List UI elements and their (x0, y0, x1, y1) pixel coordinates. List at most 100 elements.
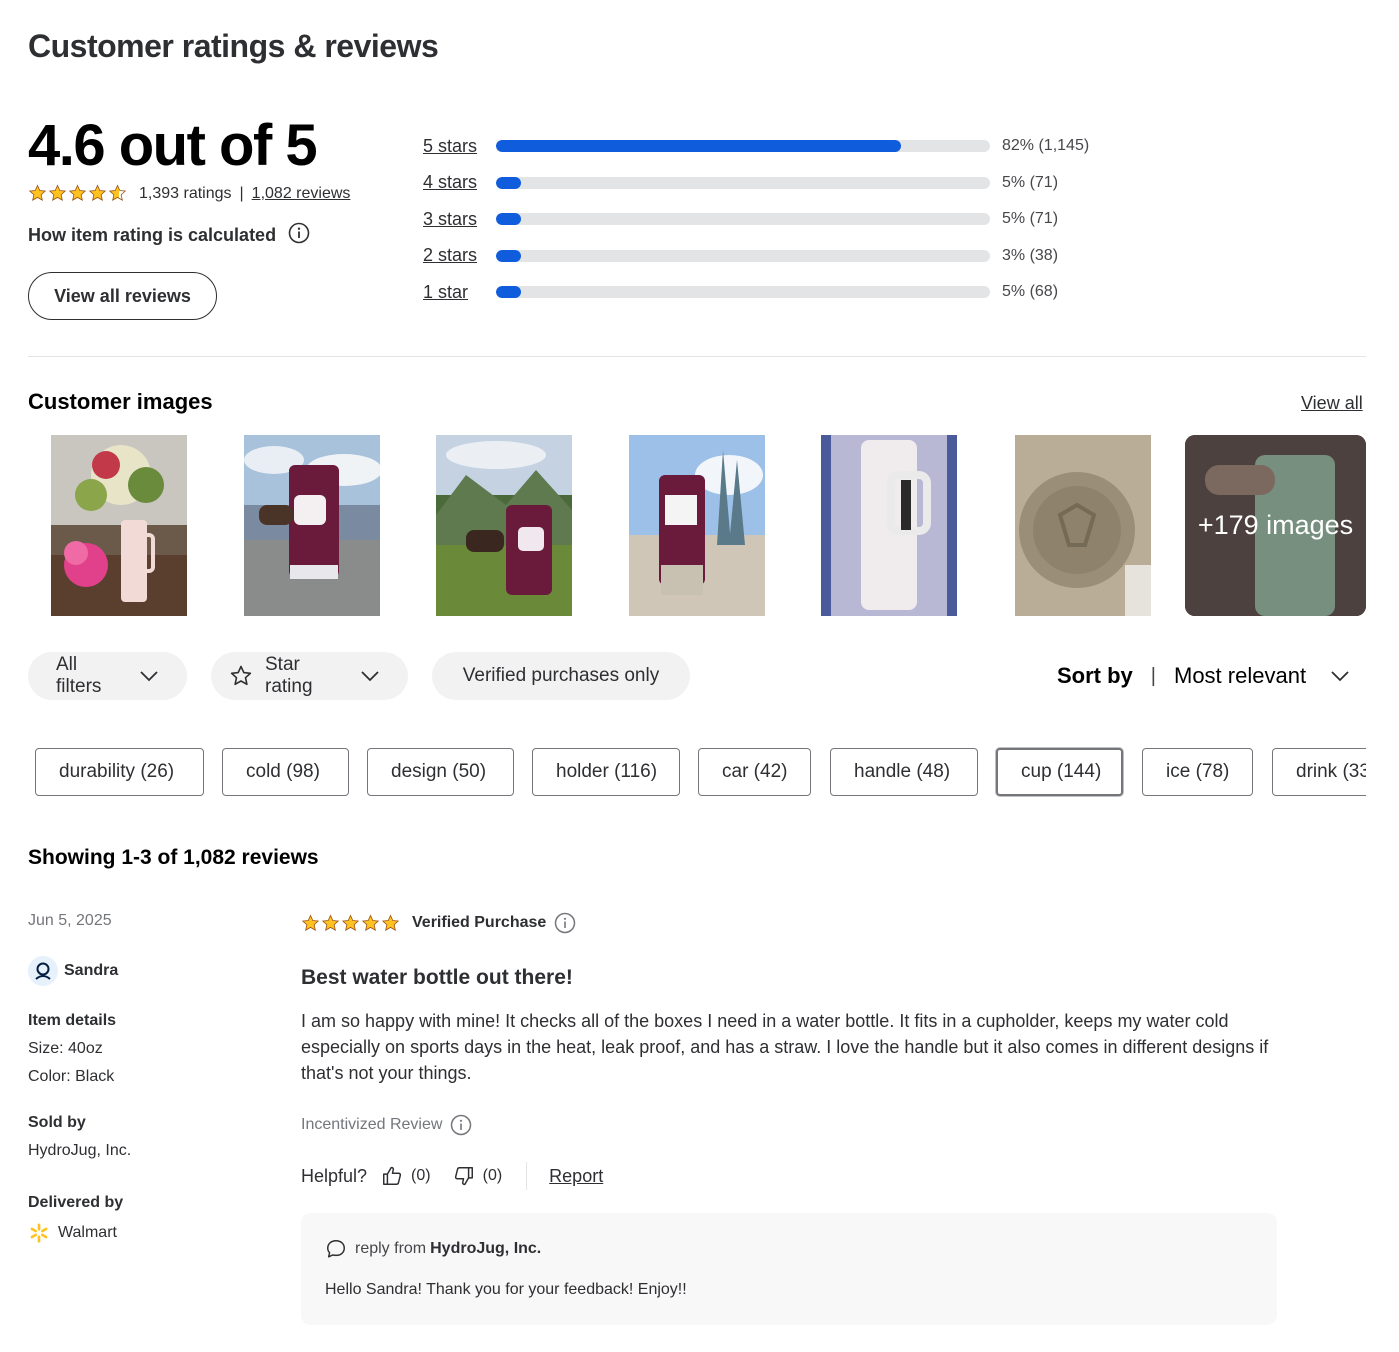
keyword-chip[interactable]: holder (116) (532, 748, 680, 796)
divider (526, 1162, 528, 1190)
distribution-bar-fill (496, 176, 521, 189)
customer-image-flowers[interactable] (51, 435, 187, 616)
all-filters-button[interactable]: All filters (28, 652, 187, 700)
review-body: I am so happy with mine! It checks all o… (301, 1011, 1269, 1083)
distribution-percent: 5% (68) (1002, 283, 1059, 301)
star-icon (321, 913, 340, 931)
star-outline-icon (229, 664, 253, 688)
customer-images-title: Customer images (28, 389, 213, 414)
chevron-down-icon (139, 670, 159, 682)
item-details-heading: Item details (28, 1012, 117, 1029)
verified-purchases-filter[interactable]: Verified purchases only (432, 652, 690, 700)
star-icon (48, 184, 67, 201)
chevron-down-icon (360, 670, 380, 682)
distribution-bar-track (496, 140, 990, 153)
distribution-label[interactable]: 3 stars (423, 209, 496, 230)
thumbs-up-button[interactable]: (0) (381, 1165, 431, 1187)
keyword-chip[interactable]: handle (48) (830, 748, 978, 796)
keyword-chip[interactable]: design (50) (367, 748, 514, 796)
distribution-row[interactable]: 3 stars 5% (71) (423, 201, 1089, 238)
keyword-chip[interactable]: cup (144) (996, 748, 1123, 796)
star-icon (68, 184, 87, 201)
delivered-by-heading: Delivered by (28, 1194, 124, 1211)
helpful-label: Helpful? (301, 1165, 368, 1186)
sort-by-value: Most relevant (1174, 663, 1307, 688)
info-icon[interactable] (288, 222, 310, 249)
star-icon (361, 913, 380, 931)
sort-by-label: Sort by (1057, 663, 1133, 688)
keyword-chip[interactable]: cold (98) (222, 748, 349, 796)
summary-stars-icon (28, 184, 127, 203)
customer-image-bottle-base[interactable] (1015, 435, 1151, 616)
sort-by-control[interactable]: Sort by | Most relevant (1057, 663, 1350, 689)
reply-from: HydroJug, Inc. (430, 1240, 542, 1257)
showing-count: Showing 1-3 of 1,082 reviews (28, 846, 319, 869)
distribution-row[interactable]: 2 stars 3% (38) (423, 238, 1089, 275)
chevron-down-icon (1330, 670, 1350, 682)
helpful-row: Helpful? (0) (0) Report (301, 1160, 603, 1192)
info-icon[interactable] (554, 912, 576, 934)
star-rating-filter-button[interactable]: Star rating (211, 652, 408, 700)
distribution-row[interactable]: 1 star 5% (68) (423, 274, 1089, 311)
distribution-percent: 3% (38) (1002, 246, 1059, 264)
keyword-chip[interactable]: durability (26) (35, 748, 204, 796)
rating-summary-row: 1,393 ratings | 1,082 reviews (28, 184, 350, 203)
reviews-count-link[interactable]: 1,082 reviews (252, 185, 351, 203)
distribution-label[interactable]: 1 star (423, 282, 496, 303)
distribution-bar-track (496, 286, 990, 299)
item-color: Color: Black (28, 1068, 115, 1085)
star-icon (381, 913, 400, 931)
thumbs-up-count: (0) (411, 1167, 431, 1184)
ratings-count: 1,393 ratings (139, 184, 232, 202)
star-icon (301, 913, 320, 931)
reply-header: reply from HydroJug, Inc. (325, 1238, 541, 1260)
walmart-spark-icon (28, 1222, 58, 1244)
average-rating: 4.6 out of 5 (28, 113, 318, 178)
sold-by-value: HydroJug, Inc. (28, 1142, 132, 1159)
distribution-row[interactable]: 5 stars 82% (1,145) (423, 128, 1089, 165)
sold-by-heading: Sold by (28, 1114, 86, 1131)
report-link[interactable]: Report (549, 1166, 603, 1187)
review-title: Best water bottle out there! (301, 966, 573, 989)
distribution-percent: 82% (1,145) (1002, 137, 1090, 155)
distribution-bar-track (496, 213, 990, 226)
customer-image-maroon-mountains[interactable] (436, 435, 572, 616)
info-icon[interactable] (450, 1114, 472, 1136)
distribution-label[interactable]: 5 stars (423, 136, 496, 157)
distribution-row[interactable]: 4 stars 5% (71) (423, 165, 1089, 202)
view-all-reviews-button[interactable]: View all reviews (28, 272, 217, 320)
distribution-bar-fill (496, 213, 521, 226)
distribution-bar-fill (496, 286, 521, 299)
star-rating-label: Star rating (265, 654, 313, 697)
distribution-bar-fill (496, 140, 902, 153)
review-stars-icon (301, 913, 400, 933)
thumbs-up-icon (383, 1166, 402, 1185)
divider (28, 356, 1366, 357)
delivered-by-value: Walmart (58, 1224, 117, 1241)
more-customer-images[interactable]: +179 images (1185, 435, 1366, 616)
keyword-chip[interactable]: drink (33) (1272, 748, 1366, 796)
rating-distribution: 5 stars 82% (1,145) 4 stars 5% (71) 3 stars 5… (423, 128, 1089, 311)
seller-reply: reply from HydroJug, Inc. Hello Sandra! … (301, 1213, 1277, 1325)
keyword-chip[interactable]: ice (78) (1142, 748, 1253, 796)
distribution-bar-track (496, 176, 990, 189)
customer-image-maroon-monument[interactable] (629, 435, 765, 616)
distribution-percent: 5% (71) (1002, 173, 1059, 191)
customer-image-white-bottle[interactable] (821, 435, 957, 616)
star-icon (108, 184, 127, 201)
distribution-label[interactable]: 2 stars (423, 245, 496, 266)
section-title: Customer ratings & reviews (28, 28, 439, 64)
reviewer: Sandra (28, 956, 118, 986)
customer-images-view-all-link[interactable]: View all (1301, 393, 1363, 414)
thumbs-down-count: (0) (482, 1167, 503, 1184)
star-icon (28, 184, 47, 201)
star-icon (341, 913, 360, 931)
customer-image-maroon-cliff[interactable] (244, 435, 380, 616)
verified-purchase-label: Verified Purchase (412, 914, 547, 931)
how-rating-calculated[interactable]: How item rating is calculated (28, 222, 310, 249)
more-images-label: +179 images (1185, 435, 1366, 616)
thumbs-down-button[interactable]: (0) (453, 1165, 503, 1187)
distribution-percent: 5% (71) (1002, 210, 1059, 228)
keyword-chip[interactable]: car (42) (698, 748, 811, 796)
distribution-label[interactable]: 4 stars (423, 172, 496, 193)
